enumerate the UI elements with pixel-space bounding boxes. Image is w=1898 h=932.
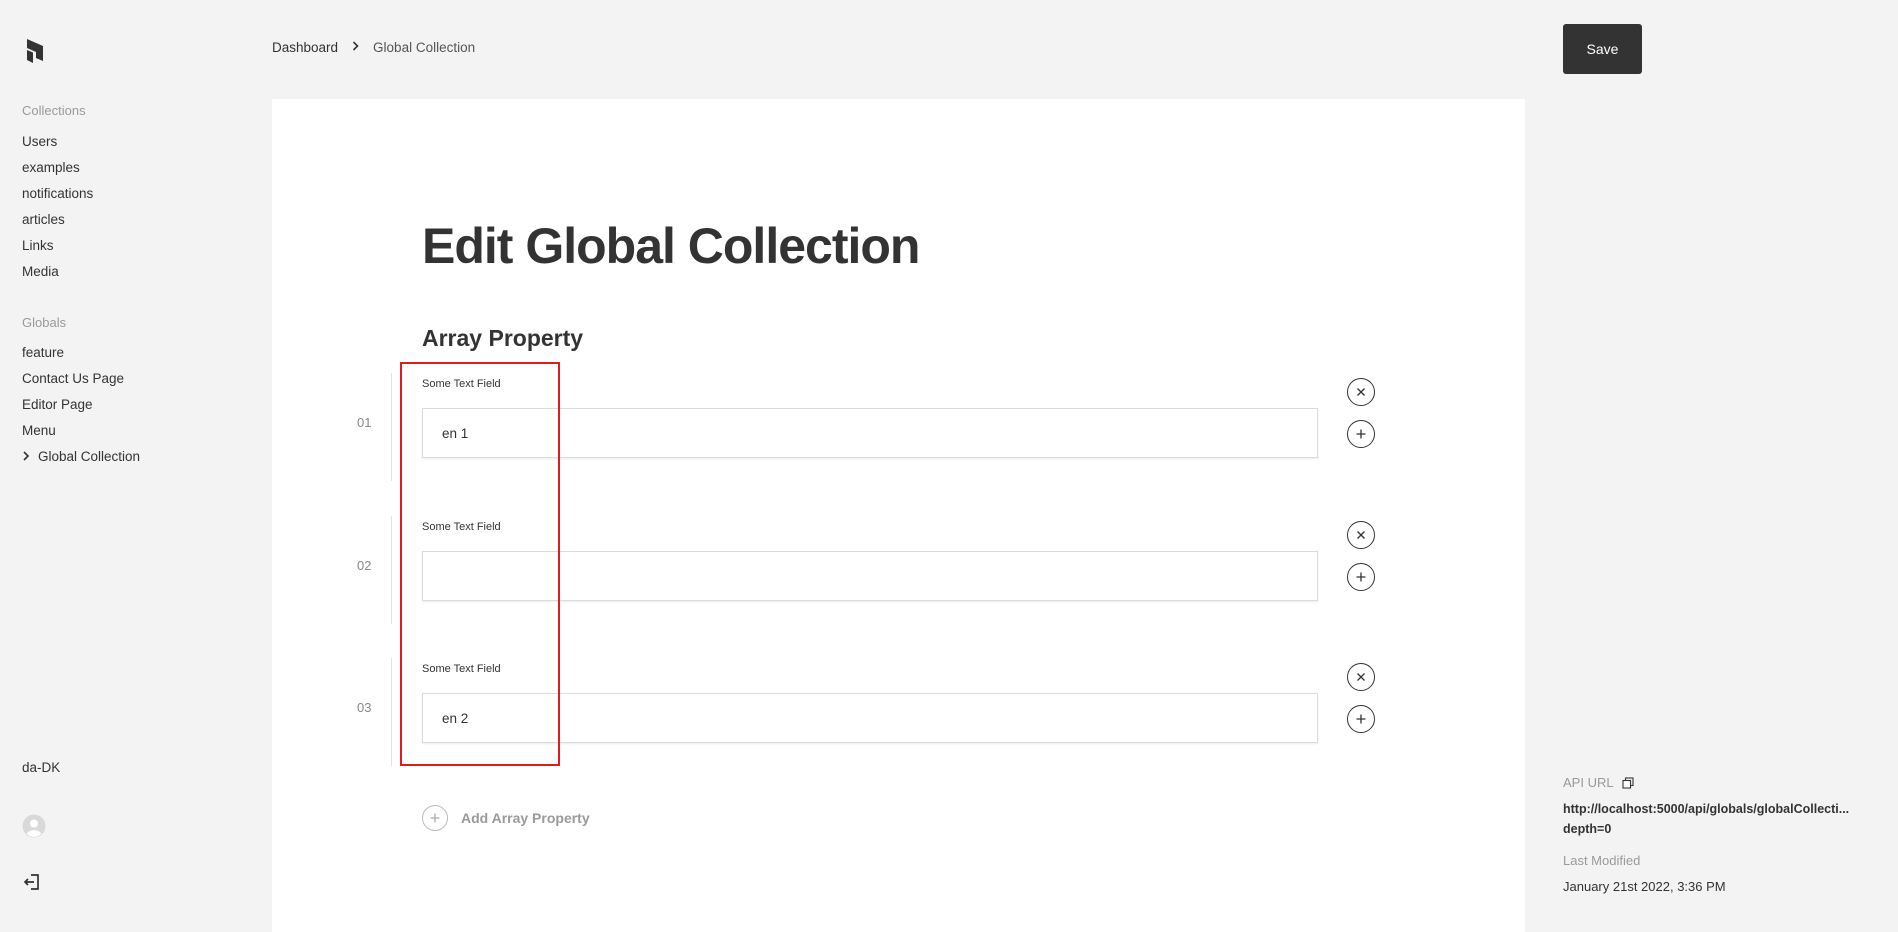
breadcrumb-dashboard-link[interactable]: Dashboard [272, 40, 338, 55]
plus-circle-icon [422, 805, 448, 831]
sidebar-item-examples[interactable]: examples [22, 155, 93, 181]
sidebar-item-label: Menu [22, 423, 56, 438]
sidebar-item-feature[interactable]: feature [22, 340, 140, 366]
api-url-label: API URL [1563, 775, 1614, 790]
save-button[interactable]: Save [1563, 24, 1642, 74]
globals-nav: feature Contact Us Page Editor Page Menu… [22, 340, 140, 470]
row-number: 01 [357, 415, 372, 430]
close-icon [1357, 673, 1365, 681]
sidebar-item-label: Links [22, 238, 54, 253]
add-row-below-button-3[interactable] [1347, 705, 1375, 733]
add-array-property-label: Add Array Property [461, 810, 590, 826]
plus-icon [1356, 572, 1366, 582]
sidebar-item-label: notifications [22, 186, 94, 201]
api-url-section: API URL http://localhost:5000/api/global… [1563, 775, 1873, 839]
row-number: 02 [357, 558, 372, 573]
row-divider [391, 373, 392, 481]
add-row-below-button-1[interactable] [1347, 420, 1375, 448]
api-url-line: http://localhost:5000/api/globals/global… [1563, 802, 1850, 816]
sidebar-item-label: Contact Us Page [22, 371, 125, 386]
breadcrumb: Dashboard Global Collection [272, 40, 475, 55]
chevron-right-icon [22, 444, 30, 470]
sidebar-item-global-collection[interactable]: Global Collection [22, 444, 140, 470]
remove-row-button-3[interactable] [1347, 663, 1375, 691]
sidebar-item-label: feature [22, 345, 65, 360]
collections-nav: Users examples notifications articles Li… [22, 129, 93, 285]
sidebar-item-notifications[interactable]: notifications [22, 181, 93, 207]
sidebar-item-menu[interactable]: Menu [22, 418, 140, 444]
remove-row-button-2[interactable] [1347, 521, 1375, 549]
sidebar-item-articles[interactable]: articles [22, 207, 93, 233]
collections-group-label: Collections [22, 103, 86, 118]
last-modified-label: Last Modified [1563, 853, 1641, 868]
plus-icon [1356, 714, 1366, 724]
row-divider [391, 516, 392, 624]
sidebar-item-label: Editor Page [22, 397, 93, 412]
row-number: 03 [357, 700, 372, 715]
sidebar-item-media[interactable]: Media [22, 259, 93, 285]
plus-icon [1356, 429, 1366, 439]
copy-icon[interactable] [1622, 776, 1634, 789]
some-text-field-input-3[interactable] [422, 693, 1318, 743]
api-url-label-row: API URL [1563, 775, 1873, 790]
sidebar-item-label: Global Collection [38, 449, 141, 464]
close-icon [1357, 388, 1365, 396]
sidebar-item-users[interactable]: Users [22, 129, 93, 155]
sidebar-item-label: examples [22, 160, 80, 175]
logout-icon[interactable] [22, 872, 42, 892]
sidebar-item-links[interactable]: Links [22, 233, 93, 259]
payload-logo-icon[interactable] [22, 37, 46, 65]
edit-form: Edit Global Collection Array Property 01… [272, 99, 1525, 932]
api-url-line: depth=0 [1563, 822, 1612, 836]
account-avatar-icon[interactable] [22, 814, 46, 838]
sidebar-item-label: Users [22, 134, 58, 149]
sidebar: Collections Users examples notifications… [0, 0, 272, 932]
close-icon [1357, 531, 1365, 539]
globals-group-label: Globals [22, 315, 67, 330]
sidebar-item-contact-us-page[interactable]: Contact Us Page [22, 366, 140, 392]
last-modified-value: January 21st 2022, 3:36 PM [1563, 879, 1726, 894]
last-modified-section: Last Modified January 21st 2022, 3:36 PM [1563, 853, 1726, 894]
some-text-field-input-1[interactable] [422, 408, 1318, 458]
field-label: Some Text Field [422, 378, 501, 390]
add-row-below-button-2[interactable] [1347, 563, 1375, 591]
some-text-field-input-2[interactable] [422, 551, 1318, 601]
breadcrumb-current: Global Collection [373, 40, 476, 55]
sidebar-item-label: Media [22, 264, 59, 279]
api-url-link[interactable]: http://localhost:5000/api/globals/global… [1563, 799, 1873, 839]
remove-row-button-1[interactable] [1347, 378, 1375, 406]
sidebar-item-label: articles [22, 212, 65, 227]
sidebar-item-editor-page[interactable]: Editor Page [22, 392, 140, 418]
array-section-title: Array Property [422, 325, 584, 351]
locale-selector[interactable]: da-DK [22, 760, 60, 775]
breadcrumb-chevron-icon [352, 41, 359, 54]
page-title: Edit Global Collection [422, 218, 920, 274]
field-label: Some Text Field [422, 663, 501, 675]
row-divider [391, 658, 392, 766]
add-array-property-button[interactable]: Add Array Property [422, 805, 590, 831]
field-label: Some Text Field [422, 521, 501, 533]
